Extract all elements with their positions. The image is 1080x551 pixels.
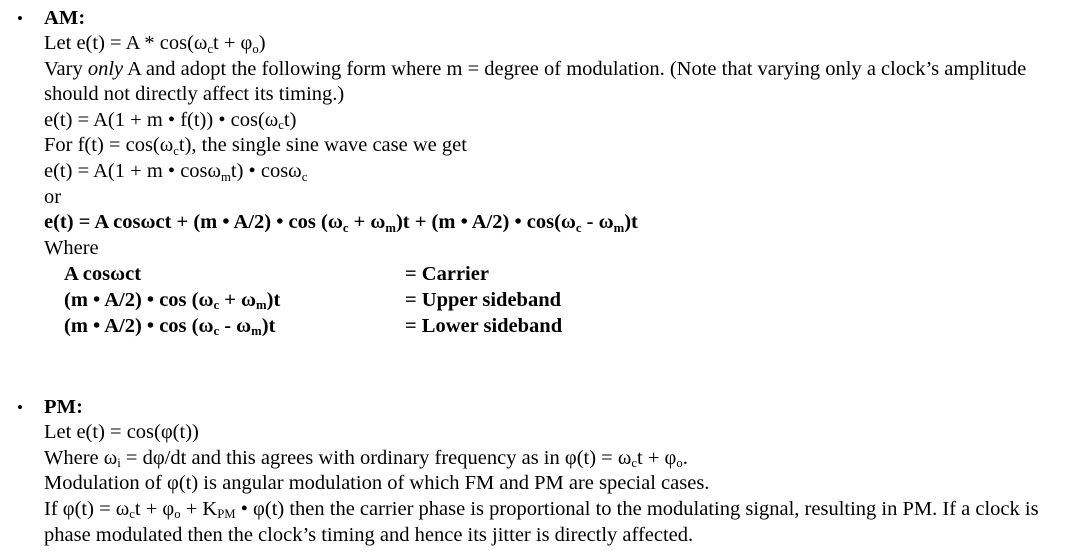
am-expanded-pre: e(t) = A cosωct + (m • A/2) • cos (ω bbox=[44, 211, 343, 234]
pm-let-equation: Let e(t) = cos(φ(t)) bbox=[44, 421, 199, 444]
am-expanded-equation: e(t) = A cosωct + (m • A/2) • cos (ωc + … bbox=[44, 210, 1080, 236]
am-term-upper-sub1: c bbox=[213, 298, 220, 313]
am-single-eq-pre: e(t) = A(1 + m • cosω bbox=[44, 159, 222, 182]
am-expanded-sub-m1: m bbox=[385, 220, 396, 235]
pm-if-sub-c: c bbox=[129, 507, 135, 522]
am-term-lower-mid: - ω bbox=[219, 314, 252, 337]
am-term-table: A cosωct = Carrier (m • A/2) • cos (ωc +… bbox=[44, 262, 1080, 339]
am-vary-emphasis: only bbox=[87, 57, 124, 80]
am-term-upper-post: )t bbox=[266, 288, 281, 311]
am-heading-row: • AM: bbox=[0, 6, 1080, 31]
am-def-carrier: = Carrier bbox=[405, 263, 489, 286]
am-term-upper-pre: (m • A/2) • cos (ω bbox=[64, 288, 214, 311]
am-or-line: or bbox=[44, 185, 62, 208]
pm-if-sub-pm: PM bbox=[217, 507, 236, 522]
pm-heading: PM: bbox=[44, 396, 83, 419]
document-page: • AM: Let e(t) = A * cos(ωct + φo) Vary … bbox=[0, 0, 1080, 551]
pm-where-post: . bbox=[682, 446, 688, 469]
am-for-f-sub-c: c bbox=[173, 143, 179, 158]
am-body: Let e(t) = A * cos(ωct + φo) Vary only A… bbox=[0, 31, 1080, 339]
pm-heading-row: • PM: bbox=[0, 395, 1080, 420]
am-for-f-post: t), the single sine wave case we get bbox=[178, 134, 467, 157]
am-single-sine-equation: e(t) = A(1 + m • cosωmt) • cosωc bbox=[44, 159, 1080, 185]
bullet-icon: • bbox=[17, 398, 23, 418]
pm-where-sub-o: o bbox=[676, 456, 683, 471]
am-form-eq-pre: e(t) = A(1 + m • f(t)) • cos(ω bbox=[44, 108, 279, 131]
am-term-lower-post: )t bbox=[261, 314, 276, 337]
table-row: (m • A/2) • cos (ωc - ωm)t = Lower sideb… bbox=[64, 314, 1080, 340]
pm-where-mid: = dφ/dt and this agrees with ordinary fr… bbox=[120, 446, 632, 469]
am-for-f-pre: For f(t) = cos(ω bbox=[44, 134, 174, 157]
pm-if-sub-o: o bbox=[174, 507, 181, 522]
am-for-f-line: For f(t) = cos(ωct), the single sine wav… bbox=[44, 133, 1080, 159]
am-form-equation: e(t) = A(1 + m • f(t)) • cos(ωct) bbox=[44, 108, 1080, 134]
am-vary-post: A and adopt the following form where m =… bbox=[44, 57, 1027, 106]
section-am: • AM: Let e(t) = A * cos(ωct + φo) Vary … bbox=[0, 0, 1080, 339]
pm-modulation-line: Modulation of φ(t) is angular modulation… bbox=[44, 472, 710, 495]
pm-if-mid2: + K bbox=[180, 497, 218, 520]
am-expanded-post: )t bbox=[624, 211, 638, 234]
pm-where-line: Where ωi = dφ/dt and this agrees with or… bbox=[44, 446, 1056, 472]
am-let-eq-pre: Let e(t) = A * cos(ω bbox=[44, 32, 208, 54]
am-let-eq-sub-c: c bbox=[207, 41, 214, 56]
am-vary-pre: Vary bbox=[44, 57, 88, 80]
pm-where-sub-c: c bbox=[631, 456, 637, 471]
section-pm: • PM: Let e(t) = cos(φ(t)) Where ωi = dφ… bbox=[0, 339, 1080, 548]
am-def-upper-sideband: = Upper sideband bbox=[405, 288, 561, 311]
am-term-carrier-pre: A cosωct bbox=[64, 263, 142, 286]
am-expanded-mid1: + ω bbox=[348, 211, 386, 234]
pm-where-pre: Where ω bbox=[44, 446, 118, 469]
table-row: A cosωct = Carrier bbox=[64, 262, 1080, 288]
am-term-upper-mid: + ω bbox=[219, 288, 257, 311]
am-where-line: Where bbox=[44, 236, 99, 259]
pm-if-paragraph: If φ(t) = ωct + φo + KPM • φ(t) then the… bbox=[44, 497, 1056, 548]
am-term-lower-sub1: c bbox=[213, 324, 220, 339]
pm-if-mid1: t + φ bbox=[134, 497, 175, 520]
pm-body: Let e(t) = cos(φ(t)) Where ωi = dφ/dt an… bbox=[0, 420, 1080, 548]
am-let-eq-post: ) bbox=[258, 32, 266, 54]
am-expanded-mid2: )t + (m • A/2) • cos(ω bbox=[395, 211, 576, 234]
am-term-lower-pre: (m • A/2) • cos (ω bbox=[64, 314, 214, 337]
bullet-icon: • bbox=[17, 9, 23, 28]
table-row: (m • A/2) • cos (ωc + ωm)t = Upper sideb… bbox=[64, 288, 1080, 314]
pm-where-mid2: t + φ bbox=[637, 446, 677, 469]
am-vary-paragraph: Vary only A and adopt the following form… bbox=[44, 57, 1056, 108]
am-term-upper-sub2: m bbox=[256, 298, 267, 313]
am-form-eq-sub-c: c bbox=[278, 118, 284, 133]
pm-where-sub-i: i bbox=[117, 456, 121, 471]
am-let-eq-sub-o: o bbox=[252, 41, 259, 56]
am-heading: AM: bbox=[44, 7, 86, 29]
am-term-upper-sideband: (m • A/2) • cos (ωc + ωm)t bbox=[64, 288, 405, 314]
am-expanded-mid3: - ω bbox=[581, 211, 614, 234]
am-expanded-sub-c2: c bbox=[575, 220, 582, 235]
am-expanded-sub-m2: m bbox=[613, 220, 625, 235]
am-single-eq-mid: t) • cosω bbox=[230, 159, 302, 182]
am-term-carrier: A cosωct bbox=[64, 262, 405, 288]
pm-if-pre: If φ(t) = ω bbox=[44, 497, 130, 520]
am-single-eq-sub-m: m bbox=[221, 169, 231, 184]
am-single-eq-sub-c: c bbox=[301, 169, 308, 184]
am-term-lower-sub2: m bbox=[251, 324, 262, 339]
am-let-eq-mid: t + φ bbox=[213, 32, 253, 54]
am-let-equation: Let e(t) = A * cos(ωct + φo) bbox=[44, 31, 1080, 57]
am-expanded-sub-c1: c bbox=[342, 220, 349, 235]
am-term-lower-sideband: (m • A/2) • cos (ωc - ωm)t bbox=[64, 314, 405, 340]
am-def-lower-sideband: = Lower sideband bbox=[405, 314, 563, 337]
am-form-eq-post: t) bbox=[283, 108, 297, 131]
